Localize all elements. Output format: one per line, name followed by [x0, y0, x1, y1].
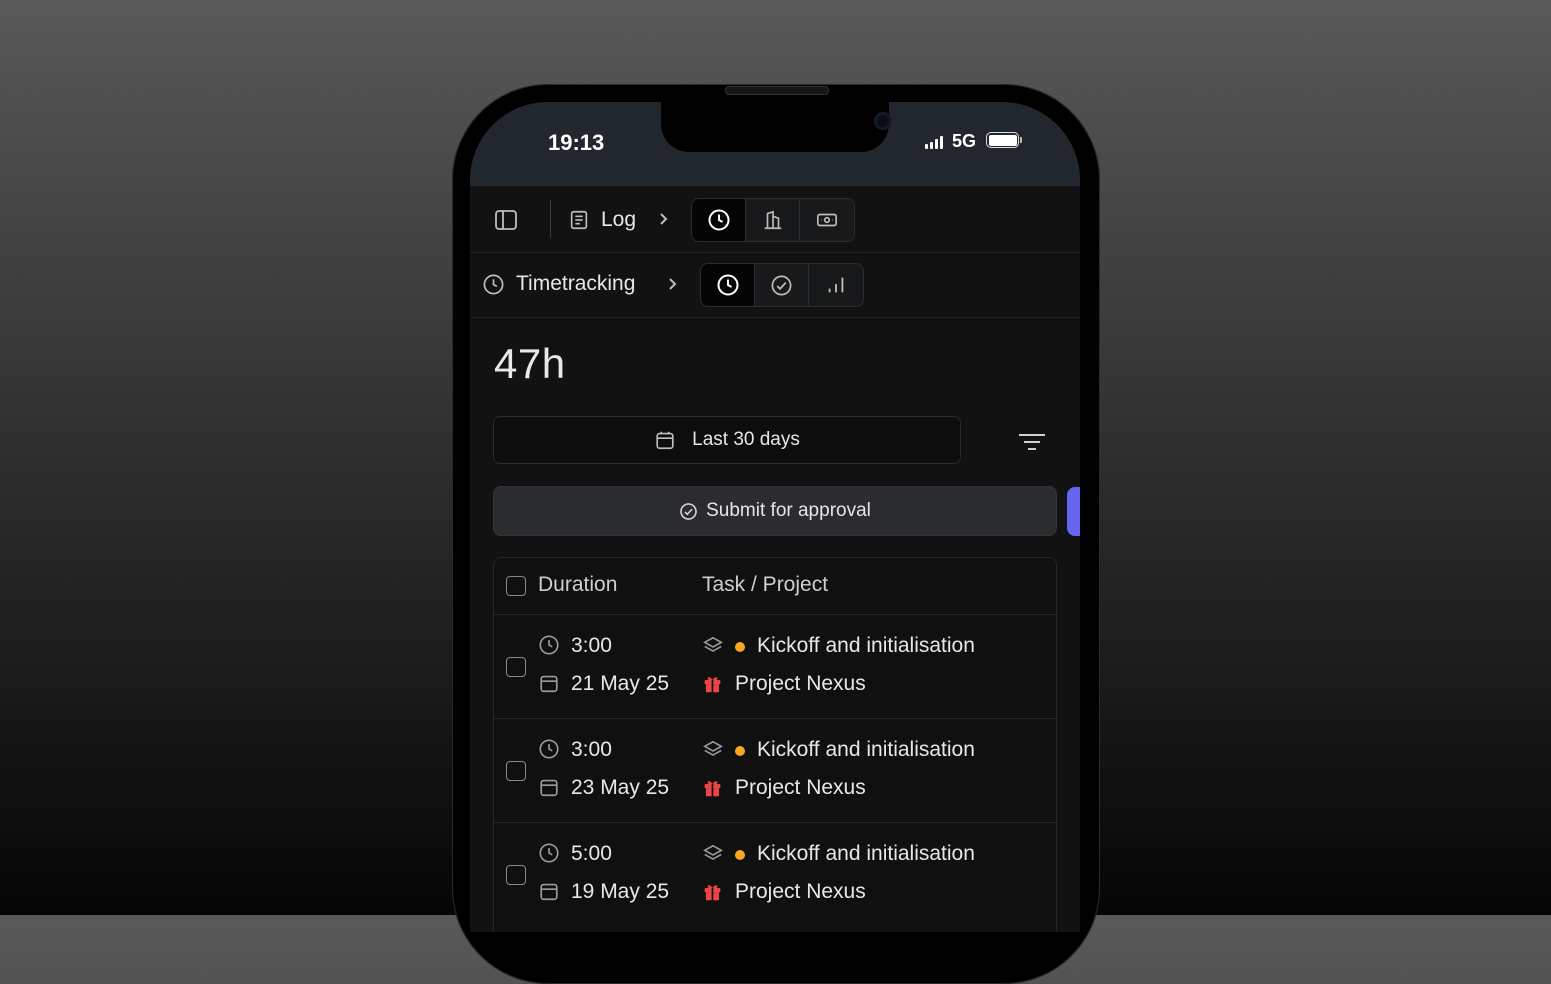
- filter-button[interactable]: [1018, 432, 1046, 457]
- status-time: 19:13: [548, 130, 605, 155]
- select-all-checkbox[interactable]: [506, 576, 526, 596]
- segment-expenses[interactable]: [800, 199, 854, 241]
- document-icon: [570, 210, 588, 230]
- row-duration: 3:00: [571, 634, 612, 657]
- clock-icon: [539, 739, 559, 759]
- row-date: 23 May 25: [571, 776, 670, 799]
- add-entry-button[interactable]: [1067, 487, 1080, 536]
- date-range-label: Last 30 days: [692, 429, 800, 450]
- segment-company[interactable]: [746, 199, 800, 241]
- task-status-dot: [735, 746, 745, 756]
- filter-icon: [1019, 434, 1045, 450]
- network-label: 5G: [952, 131, 977, 151]
- sidebar-icon: [495, 210, 517, 230]
- breadcrumb-log-label: Log: [601, 208, 637, 231]
- camera-icon: [874, 112, 892, 130]
- row-checkbox[interactable]: [506, 761, 526, 781]
- column-header-task-project: Task / Project: [702, 573, 829, 596]
- sub-nav: Timetracking: [470, 252, 1080, 318]
- calendar-icon: [540, 883, 558, 901]
- gift-icon: [704, 885, 721, 901]
- breadcrumb-timetracking[interactable]: Timetracking: [482, 272, 635, 296]
- table-header: Duration Task / Project: [494, 558, 1056, 615]
- date-range-button[interactable]: Last 30 days: [493, 416, 961, 464]
- phone-speaker: [725, 86, 829, 95]
- time-entries-table: Duration Task / Project 3:00 21 May 25 K…: [493, 557, 1057, 932]
- banknote-icon: [817, 213, 837, 227]
- task-status-dot: [735, 850, 745, 860]
- check-circle-icon: [771, 275, 792, 295]
- clock-icon: [539, 843, 559, 863]
- signal-icon: [925, 136, 943, 149]
- row-task: Kickoff and initialisation: [757, 634, 975, 657]
- gift-icon: [704, 677, 721, 693]
- row-task: Kickoff and initialisation: [757, 738, 975, 761]
- task-status-dot: [735, 642, 745, 652]
- segment-reports[interactable]: [809, 264, 863, 306]
- timetracking-segmented-control: [700, 263, 864, 307]
- calendar-icon: [656, 431, 674, 450]
- gift-icon: [704, 781, 721, 797]
- submit-label: Submit for approval: [706, 500, 871, 521]
- clock-icon: [717, 274, 738, 296]
- check-circle-icon: [680, 502, 697, 520]
- table-row[interactable]: 3:00 21 May 25 Kickoff and initialisatio…: [494, 614, 1056, 719]
- row-project: Project Nexus: [735, 672, 866, 695]
- building-icon: [764, 210, 781, 230]
- table-row[interactable]: 3:00 23 May 25 Kickoff and initialisatio…: [494, 718, 1056, 823]
- sidebar-toggle-button[interactable]: [494, 208, 518, 237]
- submit-for-approval-button[interactable]: Submit for approval: [493, 486, 1057, 536]
- log-segmented-control: [691, 198, 855, 242]
- breadcrumb-log[interactable]: Log: [568, 208, 636, 232]
- table-row[interactable]: 5:00 19 May 25 Kickoff and initialisatio…: [494, 822, 1056, 926]
- row-project: Project Nexus: [735, 776, 866, 799]
- layers-icon: [703, 636, 723, 652]
- divider: [550, 200, 551, 238]
- top-nav: Log: [470, 186, 1080, 253]
- calendar-icon: [540, 675, 558, 693]
- total-hours: 47h: [494, 340, 566, 387]
- app-screen: 19:13 5G Log Timetracking 47h Last 30 da…: [470, 102, 1080, 932]
- row-checkbox[interactable]: [506, 865, 526, 885]
- chevron-right-icon: [666, 273, 680, 300]
- chevron-right-icon: [657, 208, 671, 235]
- segment-time-log[interactable]: [692, 199, 746, 241]
- row-task: Kickoff and initialisation: [757, 842, 975, 865]
- row-checkbox[interactable]: [506, 657, 526, 677]
- breadcrumb-timetracking-label: Timetracking: [516, 272, 636, 295]
- battery-icon: [986, 132, 1022, 148]
- status-bar: 19:13 5G: [470, 102, 1080, 186]
- layers-icon: [703, 740, 723, 756]
- bar-chart-icon: [828, 277, 844, 293]
- clock-icon: [539, 635, 559, 655]
- row-duration: 5:00: [571, 842, 612, 865]
- layers-icon: [703, 844, 723, 860]
- row-date: 19 May 25: [571, 880, 670, 903]
- segment-entries[interactable]: [701, 264, 755, 306]
- row-date: 21 May 25: [571, 672, 670, 695]
- column-header-duration: Duration: [538, 573, 618, 596]
- notch: [661, 102, 892, 152]
- row-project: Project Nexus: [735, 880, 866, 903]
- segment-approvals[interactable]: [755, 264, 809, 306]
- clock-icon: [483, 274, 504, 294]
- calendar-icon: [540, 779, 558, 797]
- row-duration: 3:00: [571, 738, 612, 761]
- clock-icon: [708, 209, 729, 231]
